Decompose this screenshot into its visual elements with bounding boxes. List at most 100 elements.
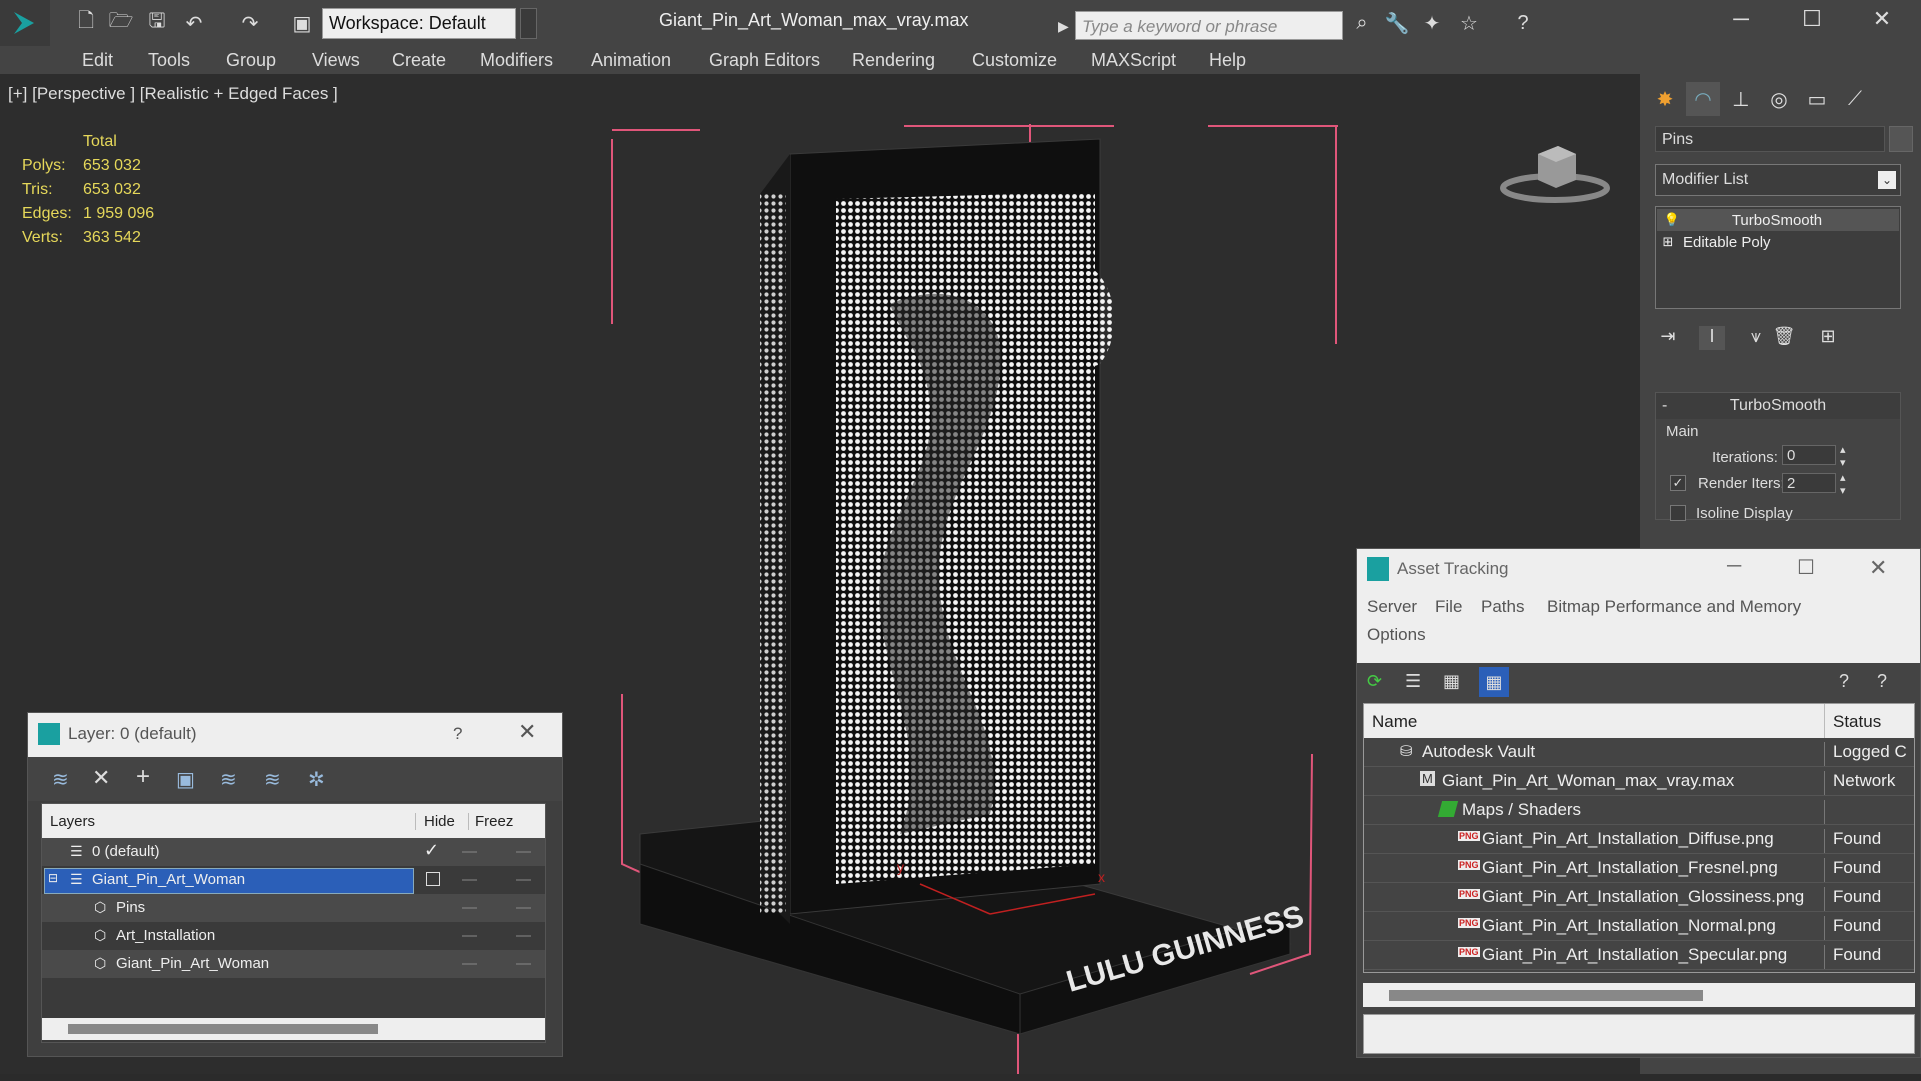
menu-views[interactable]: Views (312, 50, 360, 71)
motion-tab-icon[interactable]: ◎ (1762, 82, 1796, 116)
viewcube-icon[interactable] (1500, 136, 1610, 206)
minimize-icon[interactable]: ─ (1727, 555, 1741, 578)
make-unique-icon[interactable]: ⩛ (1743, 326, 1769, 350)
object-color-swatch[interactable] (1889, 126, 1913, 152)
menu-customize[interactable]: Customize (972, 50, 1057, 71)
menu-help[interactable]: Help (1209, 50, 1246, 71)
highlight-layer-icon[interactable]: ≋ (220, 767, 237, 792)
refresh-icon[interactable]: ⟳ (1367, 671, 1382, 692)
menu-server[interactable]: Server (1367, 597, 1417, 617)
asset-dialog-titlebar[interactable]: Asset Tracking ─ ☐ ✕ (1357, 549, 1920, 591)
isoline-display-checkbox[interactable] (1670, 505, 1686, 521)
delete-layer-icon[interactable]: ✕ (92, 765, 110, 791)
configure-sets-icon[interactable]: ⊞ (1815, 326, 1841, 350)
iterations-spinner[interactable]: 0 (1782, 445, 1836, 465)
redo-icon[interactable]: ↷ (236, 10, 264, 36)
help-icon[interactable]: ? (453, 724, 462, 744)
layer-row[interactable]: ⬡ Pins — — (42, 894, 545, 922)
context-help-icon[interactable]: ? (1877, 671, 1887, 692)
asset-row[interactable]: Maps / Shaders (1364, 796, 1914, 825)
horizontal-scrollbar[interactable] (1363, 983, 1915, 1007)
maximize-button[interactable]: ☐ (1792, 6, 1832, 38)
minimize-button[interactable]: ─ (1721, 6, 1761, 38)
table-view-icon[interactable]: ▦ (1479, 667, 1509, 697)
help-icon[interactable]: ? (1839, 671, 1849, 692)
asset-row[interactable]: PNG Giant_Pin_Art_Installation_Fresnel.p… (1364, 854, 1914, 883)
binoculars-icon[interactable]: ⌕ (1348, 10, 1376, 36)
communication-center-icon[interactable]: ✦ (1418, 10, 1446, 36)
column-layers[interactable]: Layers (50, 813, 95, 830)
hide-toggle[interactable]: — (462, 955, 477, 972)
close-icon[interactable]: ✕ (1869, 555, 1887, 581)
close-button[interactable]: ✕ (1862, 6, 1902, 38)
asset-row[interactable]: PNG Giant_Pin_Art_Installation_Normal.pn… (1364, 912, 1914, 941)
menu-options[interactable]: Options (1367, 625, 1426, 645)
horizontal-scrollbar[interactable] (42, 1018, 545, 1040)
hide-all-icon[interactable]: ≋ (264, 767, 281, 792)
collapse-minus-icon[interactable]: ⊟ (48, 871, 58, 885)
asset-row[interactable]: ⛁ Autodesk Vault Logged C (1364, 738, 1914, 767)
freeze-toggle[interactable]: — (516, 843, 531, 860)
current-layer-check-icon[interactable]: ✓ (424, 840, 439, 861)
open-file-icon[interactable]: 🗁 (107, 10, 135, 36)
scrollbar-thumb[interactable] (1389, 990, 1703, 1001)
new-layer-icon[interactable]: ≋ (52, 767, 69, 792)
menu-animation[interactable]: Animation (591, 50, 671, 71)
column-name[interactable]: Name (1372, 712, 1417, 732)
asset-row[interactable]: PNG Giant_Pin_Art_Installation_Specular.… (1364, 941, 1914, 970)
freeze-toggle[interactable]: — (516, 955, 531, 972)
show-end-result-icon[interactable]: I (1699, 326, 1725, 350)
collapse-minus-icon[interactable]: - (1662, 397, 1667, 415)
search-input[interactable]: Type a keyword or phrase (1075, 11, 1343, 40)
stack-item-editable-poly[interactable]: ⊞ Editable Poly (1657, 231, 1899, 253)
asset-row[interactable]: PNG Giant_Pin_Art_Installation_Glossines… (1364, 883, 1914, 912)
object-name-field[interactable]: Pins (1655, 126, 1885, 152)
favorites-star-icon[interactable]: ☆ (1455, 10, 1483, 36)
search-expand-icon[interactable]: ▶ (1058, 12, 1072, 40)
freeze-all-icon[interactable]: ✲ (308, 767, 325, 792)
workspace-dropdown[interactable]: Workspace: Default (322, 8, 516, 39)
create-tab-icon[interactable]: ✸ (1648, 82, 1682, 116)
menu-graph-editors[interactable]: Graph Editors (709, 50, 820, 71)
close-icon[interactable]: ✕ (518, 719, 536, 745)
add-to-layer-icon[interactable]: + (136, 763, 150, 791)
scrollbar-thumb[interactable] (68, 1024, 378, 1034)
layer-dialog-titlebar[interactable]: Layer: 0 (default) ? ✕ (28, 713, 562, 757)
list-view-icon[interactable]: ☰ (1405, 671, 1421, 692)
render-iters-checkbox[interactable]: ✓ (1670, 475, 1686, 491)
chevron-down-icon[interactable]: ⌄ (1878, 171, 1896, 189)
menu-group[interactable]: Group (226, 50, 276, 71)
project-folder-icon[interactable]: ▣ (288, 10, 316, 36)
save-icon[interactable]: 🖫 (143, 10, 171, 36)
layer-row[interactable]: ⊟ ☰ Giant_Pin_Art_Woman — — (42, 866, 545, 894)
freeze-toggle[interactable]: — (516, 871, 531, 888)
hierarchy-tab-icon[interactable]: ⊥ (1724, 82, 1758, 116)
hide-toggle[interactable]: — (462, 871, 477, 888)
freeze-toggle[interactable]: — (516, 899, 531, 916)
modifier-list-dropdown[interactable]: Modifier List ⌄ (1655, 164, 1901, 196)
column-status[interactable]: Status (1824, 704, 1881, 738)
render-iters-spinner[interactable]: 2 (1782, 473, 1836, 493)
asset-row[interactable]: M Giant_Pin_Art_Woman_max_vray.max Netwo… (1364, 767, 1914, 796)
menu-edit[interactable]: Edit (82, 50, 113, 71)
column-hide[interactable]: Hide (415, 813, 455, 830)
thumbnail-view-icon[interactable]: ▦ (1443, 671, 1460, 692)
stack-item-turbosmooth[interactable]: 💡 TurboSmooth (1657, 209, 1899, 231)
menu-create[interactable]: Create (392, 50, 446, 71)
layer-row[interactable]: ☰ 0 (default) ✓ — — (42, 838, 545, 866)
menu-paths[interactable]: Paths (1481, 597, 1524, 617)
utilities-tab-icon[interactable]: ⟋ (1838, 82, 1872, 116)
key-tools-icon[interactable]: 🔧 (1383, 10, 1411, 36)
menu-file[interactable]: File (1435, 597, 1462, 617)
freeze-toggle[interactable]: — (516, 927, 531, 944)
layer-row[interactable]: ⬡ Giant_Pin_Art_Woman — — (42, 950, 545, 978)
menu-rendering[interactable]: Rendering (852, 50, 935, 71)
undo-icon[interactable]: ↶ (180, 10, 208, 36)
maximize-icon[interactable]: ☐ (1797, 555, 1815, 580)
menu-bitmap-performance[interactable]: Bitmap Performance and Memory (1547, 597, 1801, 617)
help-icon[interactable]: ? (1509, 10, 1537, 36)
lightbulb-icon[interactable]: 💡 (1657, 212, 1687, 228)
pin-stack-icon[interactable]: ⇥ (1655, 326, 1681, 350)
display-tab-icon[interactable]: ▭ (1800, 82, 1834, 116)
hide-toggle[interactable]: — (462, 927, 477, 944)
